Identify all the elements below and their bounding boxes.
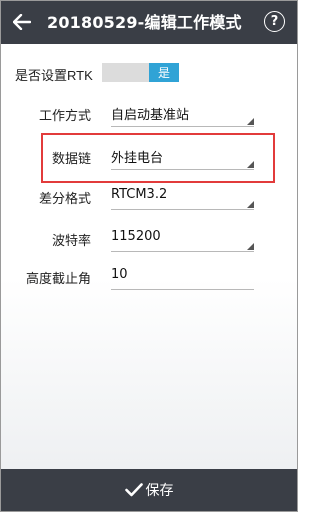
baud-rate-label: 波特率	[51, 234, 91, 249]
elevation-mask-value: 10	[111, 267, 128, 282]
work-mode-select[interactable]: 自启动基准站	[111, 102, 254, 127]
diff-format-value: RTCM3.2	[111, 187, 168, 202]
save-label: 保存	[145, 483, 174, 499]
baud-rate-select[interactable]: 115200	[111, 227, 254, 252]
highlight-box	[41, 133, 275, 183]
back-button[interactable]	[7, 7, 37, 37]
help-icon: ?	[270, 14, 279, 29]
dropdown-arrow-icon	[247, 201, 254, 208]
save-button[interactable]: 保存	[1, 469, 297, 511]
dropdown-arrow-icon	[247, 118, 254, 125]
form-area: 是否设置RTK 是 工作方式 自启动基准站 数据链 外挂电台 差分格式 RTCM…	[1, 44, 297, 469]
work-mode-value: 自启动基准站	[111, 108, 190, 123]
header-bar: 20180529-编辑工作模式 ?	[1, 1, 297, 44]
dropdown-arrow-icon	[247, 243, 254, 250]
baud-rate-value: 115200	[111, 229, 161, 244]
diff-format-select[interactable]: RTCM3.2	[111, 185, 254, 210]
app-window: 20180529-编辑工作模式 ? 是否设置RTK 是 工作方式 自启动基准站 …	[0, 0, 298, 512]
rtk-toggle[interactable]: 是	[102, 63, 179, 82]
arrow-left-icon	[13, 14, 31, 30]
diff-format-label: 差分格式	[38, 192, 91, 207]
page-title: 20180529-编辑工作模式	[47, 13, 242, 32]
elevation-mask-input[interactable]: 10	[111, 265, 254, 290]
help-button[interactable]: ?	[264, 11, 285, 32]
work-mode-label: 工作方式	[38, 109, 91, 124]
rtk-setting-label: 是否设置RTK	[15, 68, 93, 83]
elevation-mask-label: 高度截止角	[25, 272, 91, 287]
check-icon	[124, 483, 143, 497]
rtk-toggle-on: 是	[149, 63, 179, 82]
